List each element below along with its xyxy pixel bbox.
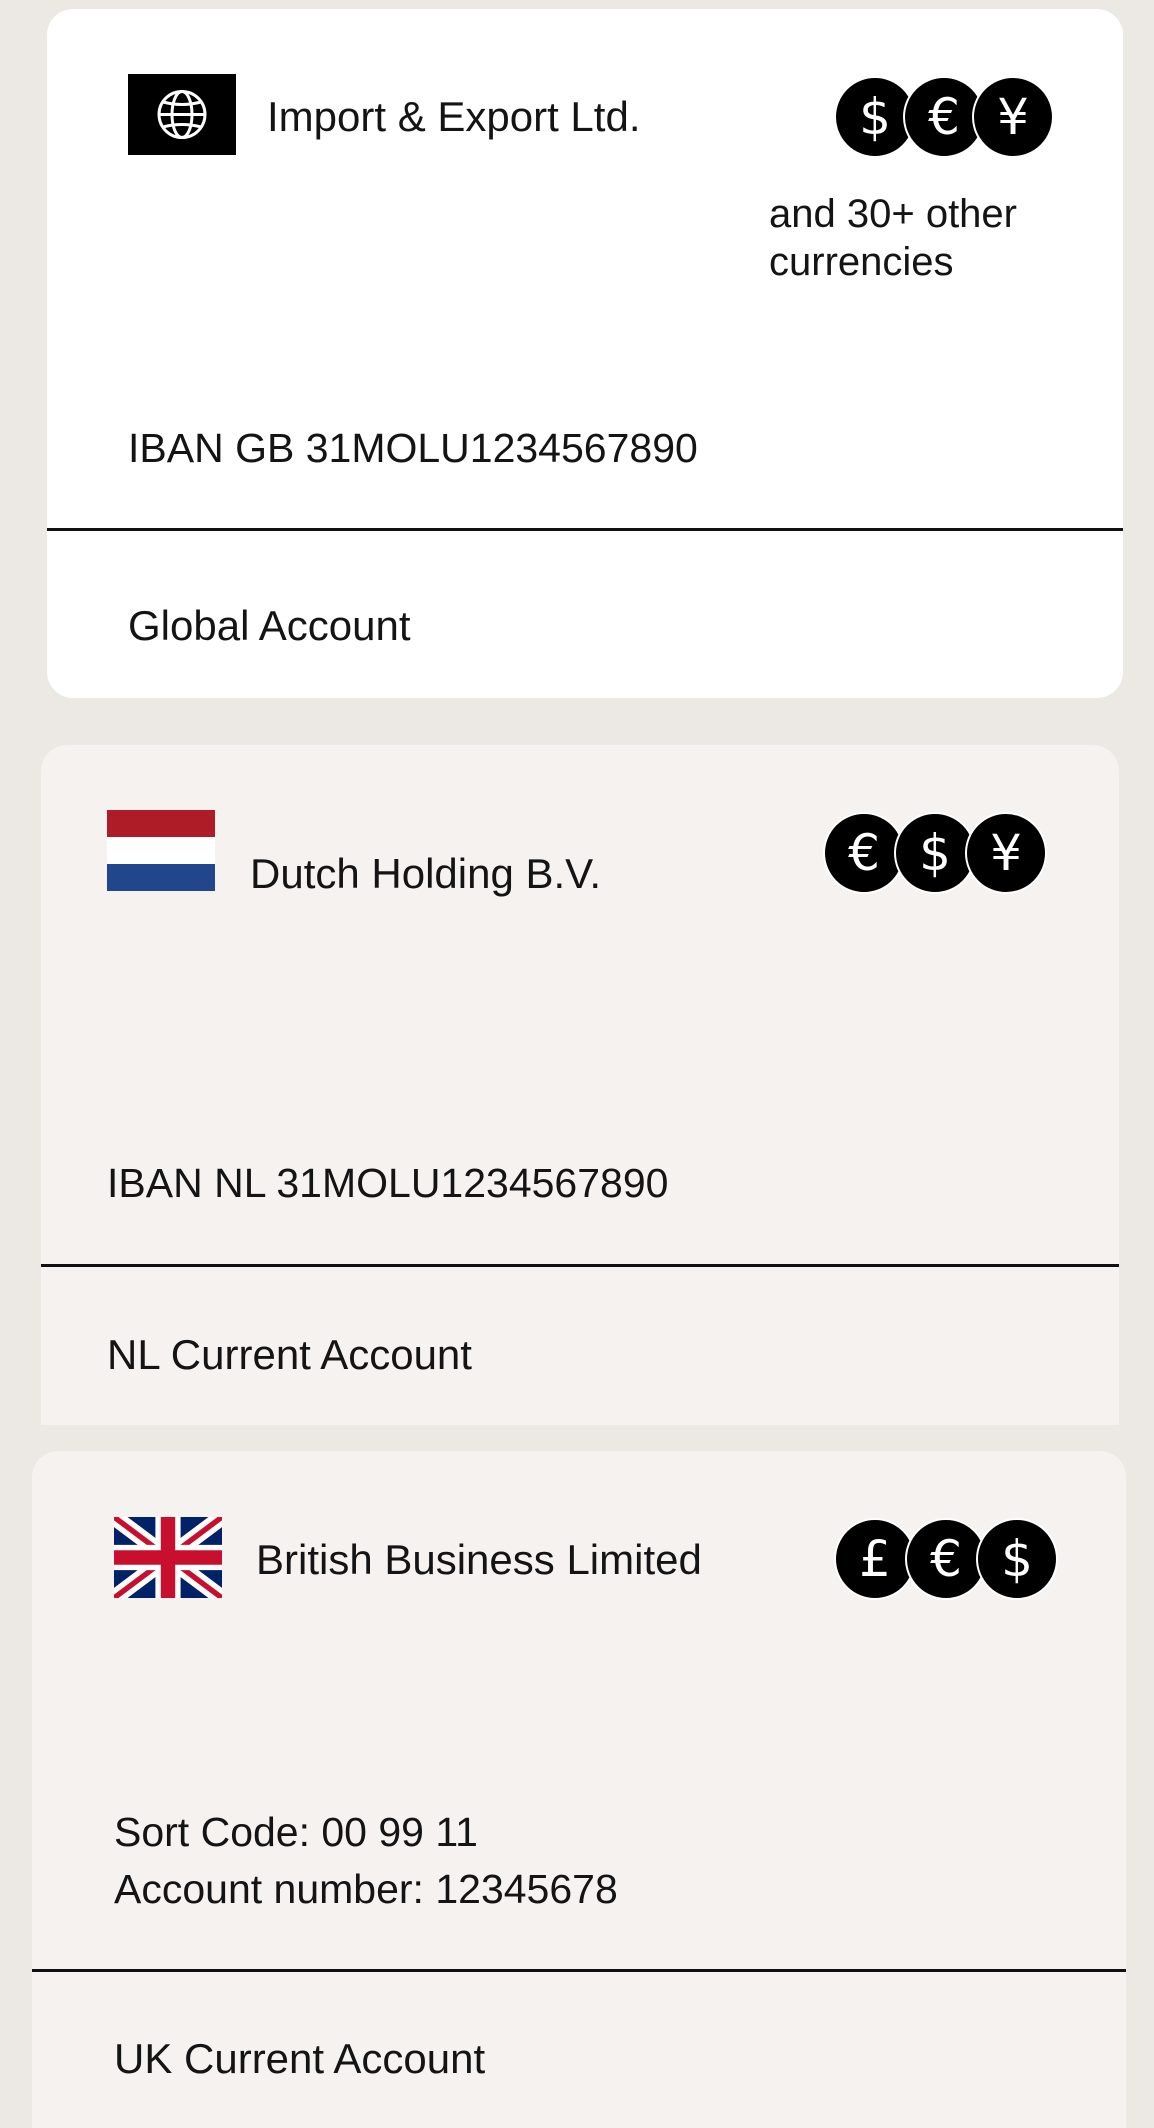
iban-text: IBAN NL 31MOLU1234567890 (107, 1160, 669, 1206)
yen-coin-icon: ¥ (972, 76, 1054, 158)
card-footer: NL Current Account (41, 1264, 1119, 1425)
account-type-label: UK Current Account (114, 2035, 486, 2082)
flag-stripe-white (107, 837, 215, 864)
card-footer: UK Current Account (32, 1969, 1126, 2128)
currency-coins: £ € $ (834, 1518, 1058, 1600)
account-type-label: Global Account (128, 602, 411, 649)
flag-stripe-red (107, 810, 215, 837)
dollar-coin-icon: $ (894, 812, 976, 894)
account-card-nl[interactable]: Dutch Holding B.V. € $ ¥ IBAN NL 31MOLU1… (41, 745, 1119, 1425)
currency-note-line-2: currencies (769, 240, 954, 284)
card-footer: Global Account (47, 528, 1123, 698)
netherlands-flag-icon (107, 810, 215, 891)
company-name: Import & Export Ltd. (267, 93, 641, 140)
globe-icon (128, 74, 236, 155)
currency-coins: € $ ¥ (823, 812, 1049, 894)
flag-stripe-blue (107, 864, 215, 891)
currency-note: and 30+ other currencies (769, 190, 1017, 286)
account-type-label: NL Current Account (107, 1331, 472, 1378)
dollar-coin-icon: $ (976, 1518, 1058, 1600)
euro-coin-icon: € (823, 812, 905, 894)
pound-coin-icon: £ (834, 1518, 916, 1600)
yen-coin-icon: ¥ (965, 812, 1047, 894)
uk-flag-icon (114, 1517, 222, 1598)
company-name: Dutch Holding B.V. (250, 850, 601, 897)
currency-note-line-1: and 30+ other (769, 192, 1017, 236)
account-number-text: Account number: 12345678 (114, 1866, 618, 1912)
account-card-uk[interactable]: British Business Limited £ € $ Sort Code… (32, 1451, 1126, 2128)
company-name: British Business Limited (256, 1536, 702, 1583)
sort-code-text: Sort Code: 00 99 11 (114, 1809, 478, 1855)
currency-coins: $ € ¥ (834, 76, 1054, 158)
euro-coin-icon: € (905, 1518, 987, 1600)
account-card-global[interactable]: Import & Export Ltd. $ € ¥ and 30+ other… (47, 9, 1123, 698)
iban-text: IBAN GB 31MOLU1234567890 (128, 425, 698, 471)
